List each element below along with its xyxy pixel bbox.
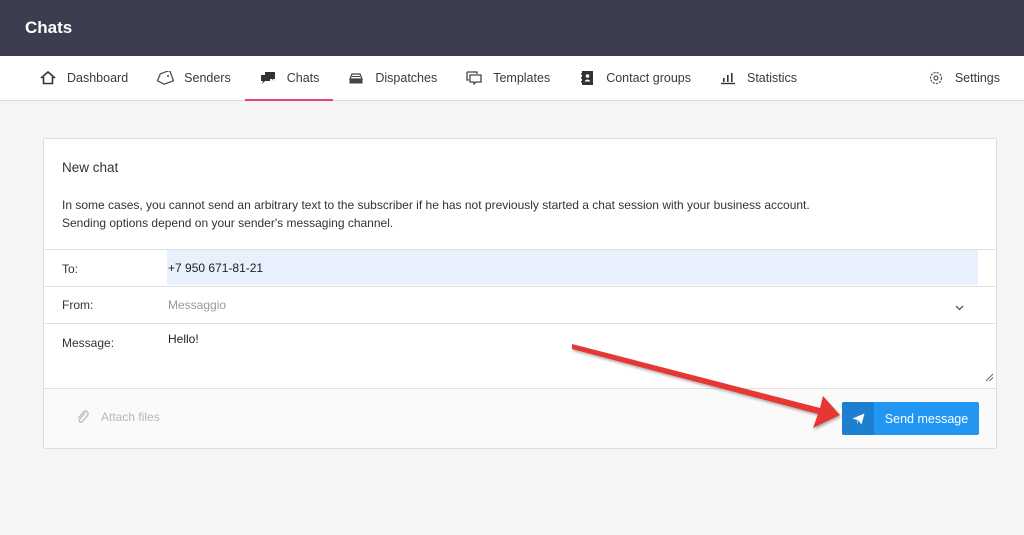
message-row: Message: Hello! bbox=[44, 323, 996, 389]
page-title: Chats bbox=[25, 18, 73, 37]
message-label: Message: bbox=[62, 336, 115, 350]
from-row: From: Messaggio bbox=[44, 286, 996, 324]
nav-item-chats[interactable]: Chats bbox=[244, 56, 334, 101]
to-label: To: bbox=[62, 262, 79, 276]
inbox-tray-icon bbox=[347, 70, 365, 86]
gear-icon bbox=[927, 70, 945, 86]
new-chat-card: New chat In some cases, you cannot send … bbox=[43, 138, 997, 449]
main-nav: Dashboard Senders Chats Dispatches Templ… bbox=[0, 56, 1024, 101]
nav-item-label: Contact groups bbox=[606, 71, 691, 85]
tag-icon bbox=[156, 70, 175, 86]
chevron-down-icon[interactable] bbox=[955, 298, 964, 316]
description-line-2: Sending options depend on your sender's … bbox=[62, 216, 394, 230]
nav-item-label: Statistics bbox=[746, 71, 797, 85]
from-label: From: bbox=[62, 298, 94, 312]
nav-item-label: Settings bbox=[954, 71, 1000, 85]
nav-item-statistics[interactable]: Statistics bbox=[705, 56, 811, 100]
nav-item-label: Templates bbox=[493, 71, 551, 85]
resize-handle-icon[interactable] bbox=[985, 369, 994, 387]
home-icon bbox=[39, 70, 57, 86]
nav-item-label: Dashboard bbox=[67, 71, 129, 85]
nav-item-templates[interactable]: Templates bbox=[451, 56, 564, 100]
to-input[interactable] bbox=[167, 250, 978, 285]
attach-files-label: Attach files bbox=[101, 409, 160, 424]
top-bar: Chats bbox=[0, 0, 1024, 56]
nav-item-dashboard[interactable]: Dashboard bbox=[25, 56, 142, 100]
nav-item-settings[interactable]: Settings bbox=[913, 56, 1024, 100]
message-textarea[interactable]: Hello! bbox=[168, 332, 199, 346]
card-description: In some cases, you cannot send an arbitr… bbox=[62, 196, 810, 232]
paper-plane-icon bbox=[842, 402, 874, 435]
paperclip-icon bbox=[76, 409, 89, 424]
from-select[interactable]: Messaggio bbox=[168, 298, 226, 312]
nav-item-label: Chats bbox=[286, 71, 320, 85]
chat-bubbles-icon bbox=[259, 70, 277, 86]
attach-files-button[interactable]: Attach files bbox=[76, 409, 160, 424]
send-message-label: Send message bbox=[884, 411, 969, 426]
nav-item-contact-groups[interactable]: Contact groups bbox=[564, 56, 705, 100]
send-message-button[interactable]: Send message bbox=[842, 402, 979, 435]
nav-item-dispatches[interactable]: Dispatches bbox=[333, 56, 451, 100]
contact-book-icon bbox=[578, 70, 596, 86]
description-line-1: In some cases, you cannot send an arbitr… bbox=[62, 198, 810, 212]
template-icon bbox=[465, 70, 483, 86]
nav-item-label: Dispatches bbox=[375, 71, 438, 85]
card-title: New chat bbox=[62, 160, 119, 175]
nav-item-label: Senders bbox=[184, 71, 231, 85]
to-row: To: bbox=[44, 249, 996, 287]
bar-chart-icon bbox=[719, 70, 737, 86]
nav-item-senders[interactable]: Senders bbox=[142, 56, 245, 100]
card-footer: Attach files Send message bbox=[44, 388, 996, 448]
